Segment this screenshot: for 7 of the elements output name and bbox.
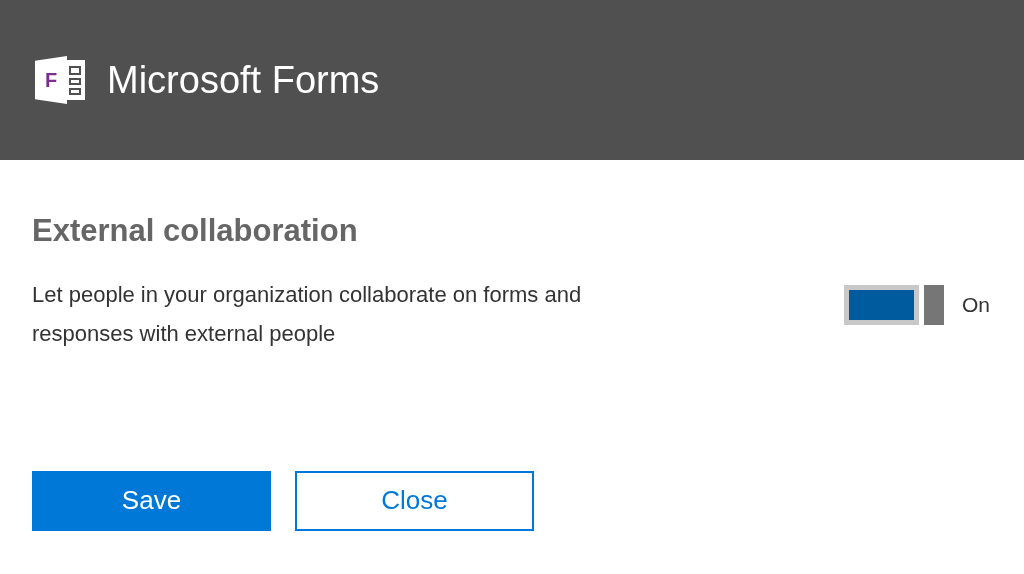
section-heading: External collaboration bbox=[32, 212, 359, 250]
toggle-switch[interactable] bbox=[844, 284, 944, 325]
close-button[interactable]: Close bbox=[295, 470, 534, 531]
app-title: Microsoft Forms bbox=[107, 57, 380, 103]
toggle-label: On bbox=[962, 291, 990, 318]
save-button[interactable]: Save bbox=[32, 470, 271, 531]
setting-description: Let people in your organization collaborate on forms and responses with external people bbox=[32, 280, 583, 348]
